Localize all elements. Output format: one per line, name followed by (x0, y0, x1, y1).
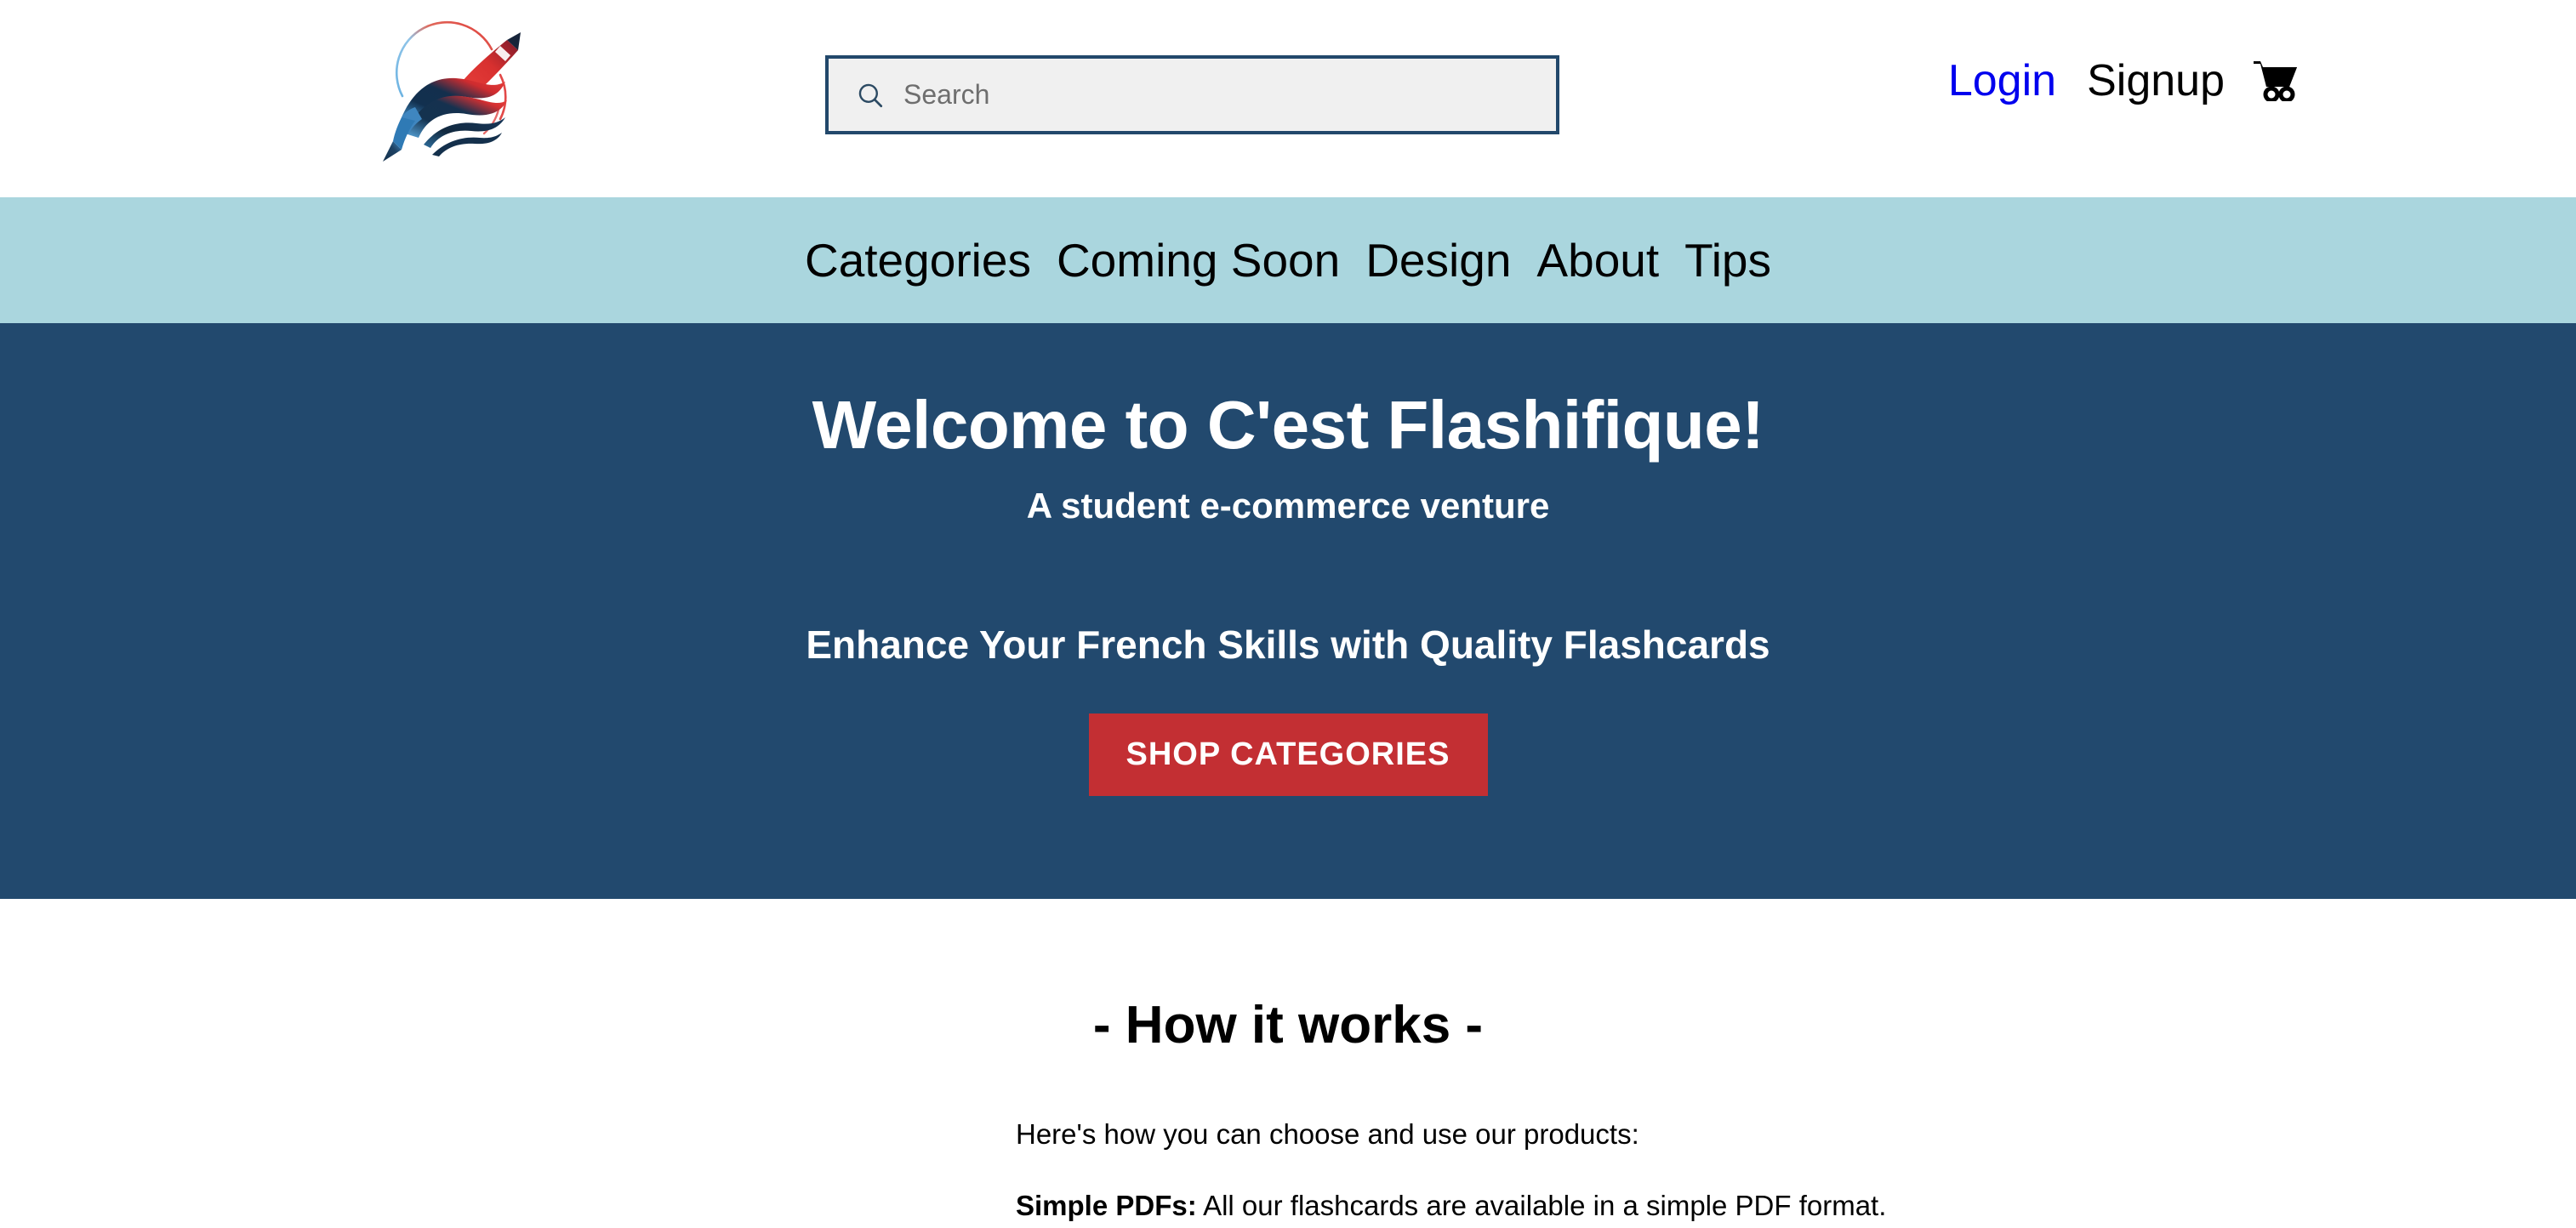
simple-pdfs-paragraph: Simple PDFs: All our flashcards are avai… (1016, 1188, 1892, 1228)
pen-logo-icon (383, 20, 521, 162)
cart-button[interactable] (2252, 57, 2300, 105)
nav-item-about[interactable]: About (1536, 236, 1659, 284)
how-it-works-body: Here's how you can choose and use our pr… (684, 1117, 1892, 1228)
hero-section: Welcome to C'est Flashifique! A student … (0, 323, 2576, 899)
hero-subtitle: A student e-commerce venture (1026, 485, 1550, 526)
search-bar[interactable] (825, 55, 1559, 134)
signup-link[interactable]: Signup (2087, 59, 2225, 103)
main-navigation: Categories Coming Soon Design About Tips (0, 197, 2576, 323)
search-input[interactable] (903, 73, 1499, 117)
hero-pitch: Enhance Your French Skills with Quality … (806, 622, 1770, 667)
site-logo[interactable] (371, 9, 541, 179)
nav-item-coming-soon[interactable]: Coming Soon (1057, 236, 1340, 284)
shopping-cart-icon (2254, 60, 2297, 102)
how-it-works-section: - How it works - Here's how you can choo… (0, 899, 2576, 1228)
nav-item-categories[interactable]: Categories (805, 236, 1031, 284)
simple-pdfs-label: Simple PDFs: (1016, 1189, 1197, 1221)
login-link[interactable]: Login (1948, 59, 2056, 103)
nav-item-tips[interactable]: Tips (1684, 236, 1771, 284)
hero-title: Welcome to C'est Flashifique! (812, 387, 1764, 463)
account-actions: Login Signup (1948, 43, 2300, 119)
shop-categories-button[interactable]: SHOP CATEGORIES (1088, 713, 1488, 796)
how-it-works-intro: Here's how you can choose and use our pr… (1016, 1118, 1639, 1150)
nav-item-design[interactable]: Design (1365, 236, 1511, 284)
search-icon (858, 83, 883, 107)
how-it-works-title: - How it works - (1092, 996, 1484, 1055)
site-header: Login Signup (0, 0, 2576, 197)
